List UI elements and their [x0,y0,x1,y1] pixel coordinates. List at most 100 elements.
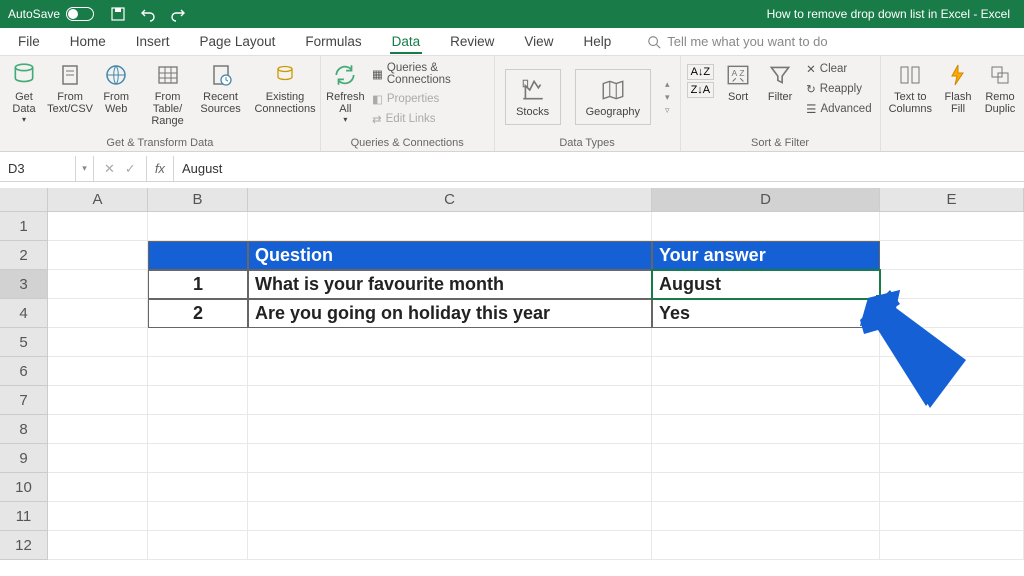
row-header[interactable]: 3 [0,270,48,299]
row-header[interactable]: 11 [0,502,48,531]
globe-icon [102,61,130,89]
table-cell-answer[interactable]: Yes [652,299,880,328]
edit-links-button: ⇄Edit Links [368,110,490,128]
existing-connections-button[interactable]: Existing Connections [254,58,316,115]
spreadsheet-grid[interactable]: A B C D E 1 2 Question Your answer 3 1 W… [0,188,1024,560]
col-header-a[interactable]: A [48,188,148,212]
name-box-dropdown[interactable]: ▾ [76,156,94,181]
menu-review[interactable]: Review [448,34,496,49]
sort-za-button[interactable]: Z↓A [687,82,715,98]
chevron-down-icon: ▾ [343,115,347,124]
chevron-up-icon[interactable]: ▴ [665,79,670,90]
from-table-range-button[interactable]: From Table/ Range [138,58,197,127]
row-header[interactable]: 5 [0,328,48,357]
ribbon: Get Data▾ From Text/CSV From Web From Ta… [0,56,1024,152]
edit-links-icon: ⇄ [372,112,382,126]
refresh-icon [331,61,359,89]
table-cell-num[interactable]: 1 [148,270,248,299]
recent-icon [207,61,235,89]
table-header[interactable] [148,241,248,270]
sort-az-button[interactable]: A↓Z [687,64,715,80]
more-icon[interactable]: ▿ [665,105,670,116]
flash-icon [944,61,972,89]
undo-icon[interactable] [140,6,156,22]
refresh-all-button[interactable]: Refresh All▾ [325,58,366,124]
ribbon-group-label [885,135,1020,151]
advanced-icon: ☰ [806,102,816,116]
row-header[interactable]: 2 [0,241,48,270]
table-header-answer[interactable]: Your answer [652,241,880,270]
menu-help[interactable]: Help [581,34,613,49]
filter-button[interactable]: Filter [760,58,800,103]
text-to-columns-button[interactable]: Text to Columns [885,58,936,115]
col-header-b[interactable]: B [148,188,248,212]
save-icon[interactable] [110,6,126,22]
fx-button[interactable]: fx [147,156,174,181]
recent-sources-button[interactable]: Recent Sources [199,58,242,115]
name-box[interactable]: D3 [0,156,76,181]
link-icon: ▦ [372,67,383,81]
formula-bar: D3 ▾ ✕ ✓ fx August [0,156,1024,182]
table-cell-question[interactable]: What is your favourite month [248,270,652,299]
tell-me-label: Tell me what you want to do [667,34,827,49]
menu-data[interactable]: Data [390,34,423,54]
get-data-button[interactable]: Get Data▾ [4,58,44,124]
sort-button[interactable]: A Z Sort [718,58,758,103]
col-header-d[interactable]: D [652,188,880,212]
ribbon-group-get-transform: Get Data▾ From Text/CSV From Web From Ta… [0,56,321,151]
properties-button: ◧Properties [368,90,490,108]
ribbon-group-label: Get & Transform Data [4,135,316,151]
reapply-icon: ↻ [806,82,816,96]
redo-icon[interactable] [170,6,186,22]
geography-button[interactable]: Geography [575,69,651,125]
columns-icon [896,61,924,89]
row-header[interactable]: 4 [0,299,48,328]
row-header[interactable]: 12 [0,531,48,560]
row-header[interactable]: 10 [0,473,48,502]
column-headers: A B C D E [0,188,1024,212]
database-icon [10,61,38,89]
stocks-button[interactable]: Stocks [505,69,561,125]
chevron-down-icon[interactable]: ▾ [665,92,670,103]
formula-input[interactable]: August [174,161,1024,176]
clear-icon: ✕ [806,62,816,76]
autosave-label: AutoSave [8,7,60,21]
menu-insert[interactable]: Insert [134,34,172,49]
autosave-toggle[interactable]: AutoSave [8,7,94,21]
from-text-csv-button[interactable]: From Text/CSV [46,58,94,115]
quick-access-toolbar [110,6,186,22]
reapply-button[interactable]: ↻Reapply [802,80,875,98]
table-cell-question[interactable]: Are you going on holiday this year [248,299,652,328]
row-header[interactable]: 9 [0,444,48,473]
cancel-icon[interactable]: ✕ [104,161,115,177]
menu-file[interactable]: File [16,34,42,49]
title-bar: AutoSave How to remove drop down list in… [0,0,1024,28]
row-header[interactable]: 8 [0,415,48,444]
menu-view[interactable]: View [522,34,555,49]
menu-page-layout[interactable]: Page Layout [198,34,278,49]
tell-me-search[interactable]: Tell me what you want to do [647,34,827,49]
row-header[interactable]: 1 [0,212,48,241]
clear-button[interactable]: ✕Clear [802,60,875,78]
from-web-button[interactable]: From Web [96,58,136,115]
connections-icon [271,61,299,89]
advanced-button[interactable]: ☰Advanced [802,100,875,118]
col-header-e[interactable]: E [880,188,1024,212]
enter-icon[interactable]: ✓ [125,161,136,177]
row-header[interactable]: 7 [0,386,48,415]
col-header-c[interactable]: C [248,188,652,212]
select-all-corner[interactable] [0,188,48,212]
flash-fill-button[interactable]: Flash Fill [938,58,978,115]
menu-bar: File Home Insert Page Layout Formulas Da… [0,28,1024,56]
menu-home[interactable]: Home [68,34,108,49]
table-icon [154,61,182,89]
row-header[interactable]: 6 [0,357,48,386]
table-cell-num[interactable]: 2 [148,299,248,328]
queries-connections-button[interactable]: ▦Queries & Connections [368,60,490,88]
ribbon-group-label: Data Types [505,135,670,151]
menu-formulas[interactable]: Formulas [303,34,363,49]
table-cell-answer-selected[interactable]: August [652,270,880,299]
remove-duplicates-button[interactable]: Remo Duplic [980,58,1020,115]
table-header-question[interactable]: Question [248,241,652,270]
sort-icon: A Z [724,61,752,89]
